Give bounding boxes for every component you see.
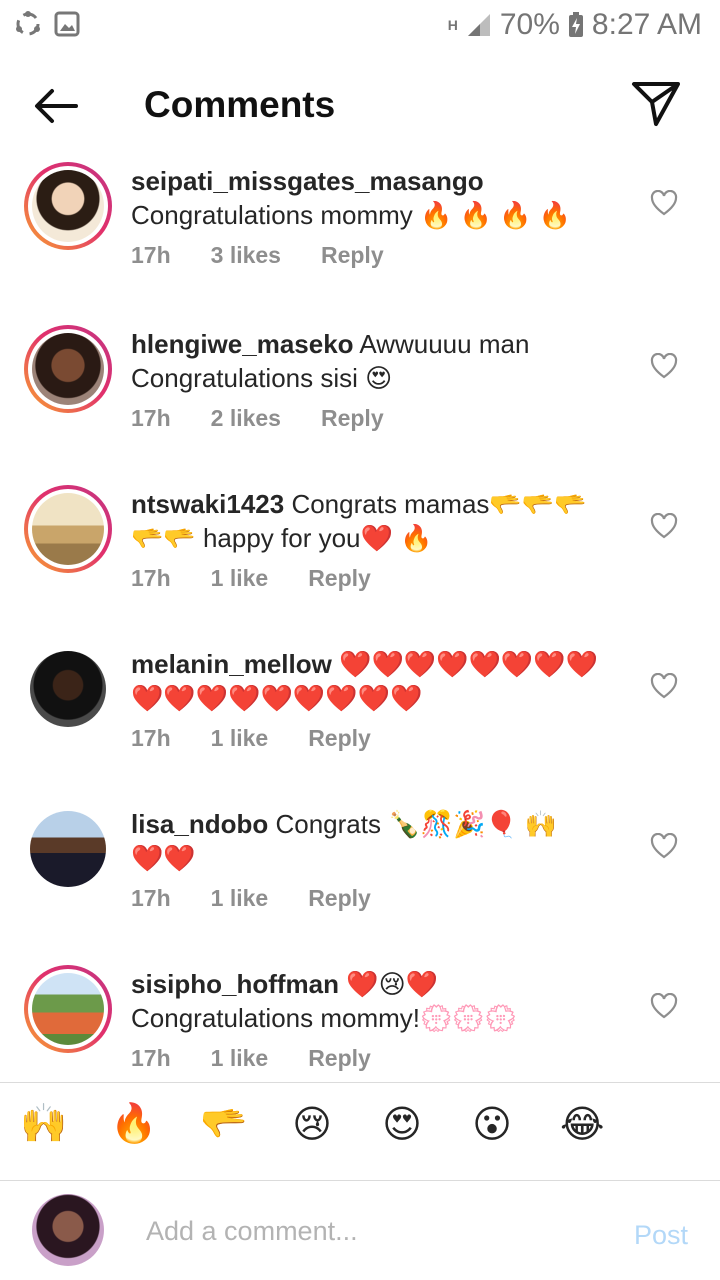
comment-time: 17h (131, 1045, 171, 1071)
header: Comments (0, 60, 720, 150)
comment-likes[interactable]: 1 like (211, 725, 269, 752)
my-avatar (32, 1194, 104, 1266)
clock: 8:27 AM (591, 8, 702, 41)
comment-time: 17h (131, 565, 171, 591)
emoji-heart-eyes[interactable]: 😍 (380, 1102, 424, 1147)
comment-item: ntswaki1423 Congrats mamas🫳🫳🫳 🫳🫳 happy f… (0, 481, 720, 641)
comment-text-line2: ❤️❤️❤️❤️❤️❤️❤️❤️❤️ (131, 683, 423, 713)
share-button[interactable] (628, 78, 684, 128)
divider (0, 1180, 720, 1181)
comment-text-line2: ❤️❤️ (131, 843, 196, 873)
emoji-hand[interactable]: 🫳 (200, 1102, 247, 1147)
emoji-crying[interactable]: 😢 (290, 1102, 334, 1147)
comment-text-line2: Congratulations sisi 😍 (131, 363, 393, 393)
comment-likes[interactable]: 1 like (211, 565, 269, 592)
avatar[interactable] (24, 645, 112, 733)
comment-time: 17h (131, 725, 171, 751)
comment-username[interactable]: sisipho_hoffman (131, 969, 339, 999)
comment-time: 17h (131, 405, 171, 431)
post-button[interactable]: Post (634, 1220, 688, 1251)
comment-item: seipati_missgates_masango Congratulation… (0, 158, 720, 318)
comment-time: 17h (131, 885, 171, 911)
comment-text: Awwuuuu man (353, 329, 530, 359)
comment-text-line2: Congratulations mommy 🔥 🔥 🔥 🔥 (131, 200, 572, 230)
back-button[interactable] (28, 82, 84, 130)
emoji-surprised[interactable]: 😮 (470, 1102, 514, 1147)
heart-icon[interactable] (650, 513, 678, 539)
comment-item: hlengiwe_maseko Awwuuuu man Congratulati… (0, 321, 720, 481)
comments-list: seipati_missgates_masango Congratulation… (0, 158, 720, 1121)
comment-item: sisipho_hoffman ❤️😢❤️ Congratulations mo… (0, 961, 720, 1121)
avatar[interactable] (24, 485, 112, 573)
comment-text: ❤️😢❤️ (339, 969, 439, 999)
comment-likes[interactable]: 3 likes (211, 242, 281, 269)
comment-username[interactable]: ntswaki1423 (131, 489, 284, 519)
comment-text: Congrats 🍾🎊🎉🎈 🙌 (268, 809, 558, 839)
signal-icon (467, 14, 490, 36)
comment-text: Congrats mamas🫳🫳🫳 (284, 489, 587, 519)
reply-button[interactable]: Reply (308, 885, 371, 912)
quick-emoji-bar: 🙌 🔥 🫳 😢 😍 😮 😂 (20, 1102, 604, 1147)
avatar[interactable] (24, 805, 112, 893)
comment-item: lisa_ndobo Congrats 🍾🎊🎉🎈 🙌 ❤️❤️ 17h 1 li… (0, 801, 720, 961)
divider (0, 1082, 720, 1083)
avatar[interactable] (24, 162, 112, 250)
comment-likes[interactable]: 1 like (211, 885, 269, 912)
comment-username[interactable]: melanin_mellow (131, 649, 332, 679)
reply-button[interactable]: Reply (321, 242, 384, 269)
comment-likes[interactable]: 2 likes (211, 405, 281, 432)
comment-input[interactable] (144, 1210, 588, 1252)
emoji-raised-hands[interactable]: 🙌 (20, 1102, 67, 1147)
comment-item: melanin_mellow ❤️❤️❤️❤️❤️❤️❤️❤️ ❤️❤️❤️❤️… (0, 641, 720, 801)
comment-username[interactable]: seipati_missgates_masango (131, 166, 484, 196)
battery-charging-icon (568, 12, 583, 37)
emoji-laughing[interactable]: 😂 (560, 1102, 604, 1147)
reply-button[interactable]: Reply (308, 565, 371, 592)
avatar[interactable] (24, 965, 112, 1053)
status-bar: H 70% 8:27 AM (0, 0, 720, 52)
heart-icon[interactable] (650, 833, 678, 859)
comment-likes[interactable]: 1 like (211, 1045, 269, 1072)
comment-text-line2: Congratulations mommy!💮💮💮 (131, 1003, 518, 1033)
heart-icon[interactable] (650, 190, 678, 216)
comment-time: 17h (131, 242, 171, 268)
comment-username[interactable]: hlengiwe_maseko (131, 329, 354, 359)
gallery-notification-icon (54, 11, 80, 37)
comment-username[interactable]: lisa_ndobo (131, 809, 268, 839)
page-title: Comments (144, 84, 336, 125)
emoji-fire[interactable]: 🔥 (110, 1102, 157, 1147)
reply-button[interactable]: Reply (321, 405, 384, 432)
reply-button[interactable]: Reply (308, 725, 371, 752)
battery-percent: 70% (499, 8, 560, 41)
reply-button[interactable]: Reply (308, 1045, 371, 1072)
heart-icon[interactable] (650, 353, 678, 379)
comment-text: ❤️❤️❤️❤️❤️❤️❤️❤️ (331, 649, 599, 679)
comment-composer: Post (0, 1192, 720, 1272)
network-type-indicator: H (447, 17, 458, 33)
sync-notification-icon (16, 11, 40, 36)
back-arrow-icon (35, 89, 78, 123)
send-icon (632, 82, 680, 126)
comment-text-line2: 🫳🫳 happy for you❤️ 🔥 (131, 523, 433, 553)
heart-icon[interactable] (650, 673, 678, 699)
avatar[interactable] (24, 325, 112, 413)
heart-icon[interactable] (650, 993, 678, 1019)
